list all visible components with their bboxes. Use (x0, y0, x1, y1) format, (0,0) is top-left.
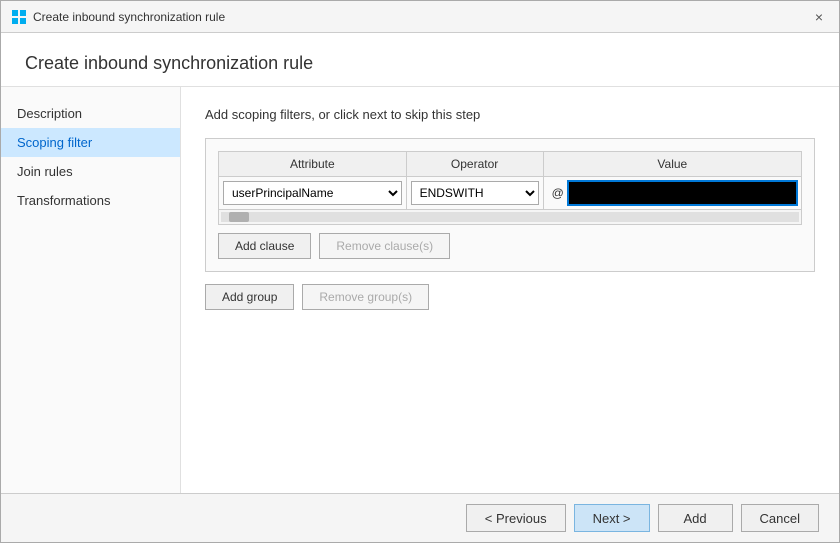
sidebar-item-transformations[interactable]: Transformations (1, 186, 180, 215)
title-bar-left: Create inbound synchronization rule (11, 9, 225, 25)
remove-clause-button[interactable]: Remove clause(s) (319, 233, 450, 259)
operator-cell: ENDSWITH (406, 177, 543, 210)
group-buttons: Add group Remove group(s) (205, 284, 815, 310)
previous-button[interactable]: < Previous (466, 504, 566, 532)
attribute-select[interactable]: userPrincipalName (223, 181, 402, 205)
value-input[interactable] (568, 181, 797, 205)
add-clause-button[interactable]: Add clause (218, 233, 311, 259)
window-content: Create inbound synchronization rule Desc… (1, 33, 839, 542)
remove-group-button[interactable]: Remove group(s) (302, 284, 429, 310)
filter-table: Attribute Operator Value userPrincipalNa… (218, 151, 802, 225)
filter-row: userPrincipalName ENDSWITH (219, 177, 802, 210)
value-prefix: @ (548, 183, 568, 203)
content-description: Add scoping filters, or click next to sk… (205, 107, 815, 122)
scrollbar-cell (219, 210, 802, 225)
title-bar-text: Create inbound synchronization rule (33, 10, 225, 24)
cancel-button[interactable]: Cancel (741, 504, 819, 532)
sidebar: Description Scoping filter Join rules Tr… (1, 87, 181, 493)
filter-group-box: Attribute Operator Value userPrincipalNa… (205, 138, 815, 272)
scrollbar-thumb (229, 212, 249, 222)
page-title: Create inbound synchronization rule (1, 33, 839, 87)
sidebar-item-scoping-filter[interactable]: Scoping filter (1, 128, 180, 157)
sidebar-item-join-rules[interactable]: Join rules (1, 157, 180, 186)
col-attribute: Attribute (219, 152, 407, 177)
scrollbar-row (219, 210, 802, 225)
operator-select[interactable]: ENDSWITH (411, 181, 539, 205)
main-area: Description Scoping filter Join rules Tr… (1, 87, 839, 493)
col-value: Value (543, 152, 801, 177)
content-area: Add scoping filters, or click next to sk… (181, 87, 839, 493)
add-button[interactable]: Add (658, 504, 733, 532)
title-bar: Create inbound synchronization rule × (1, 1, 839, 33)
clause-buttons: Add clause Remove clause(s) (218, 233, 802, 259)
value-cell: @ (543, 177, 801, 210)
window-icon (11, 9, 27, 25)
attribute-cell: userPrincipalName (219, 177, 407, 210)
sidebar-item-description[interactable]: Description (1, 99, 180, 128)
next-button[interactable]: Next > (574, 504, 650, 532)
horizontal-scrollbar[interactable] (221, 212, 799, 222)
col-operator: Operator (406, 152, 543, 177)
add-group-button[interactable]: Add group (205, 284, 294, 310)
footer: < Previous Next > Add Cancel (1, 493, 839, 542)
main-window: Create inbound synchronization rule × Cr… (0, 0, 840, 543)
close-button[interactable]: × (809, 7, 829, 27)
value-cell-inner: @ (548, 181, 797, 205)
